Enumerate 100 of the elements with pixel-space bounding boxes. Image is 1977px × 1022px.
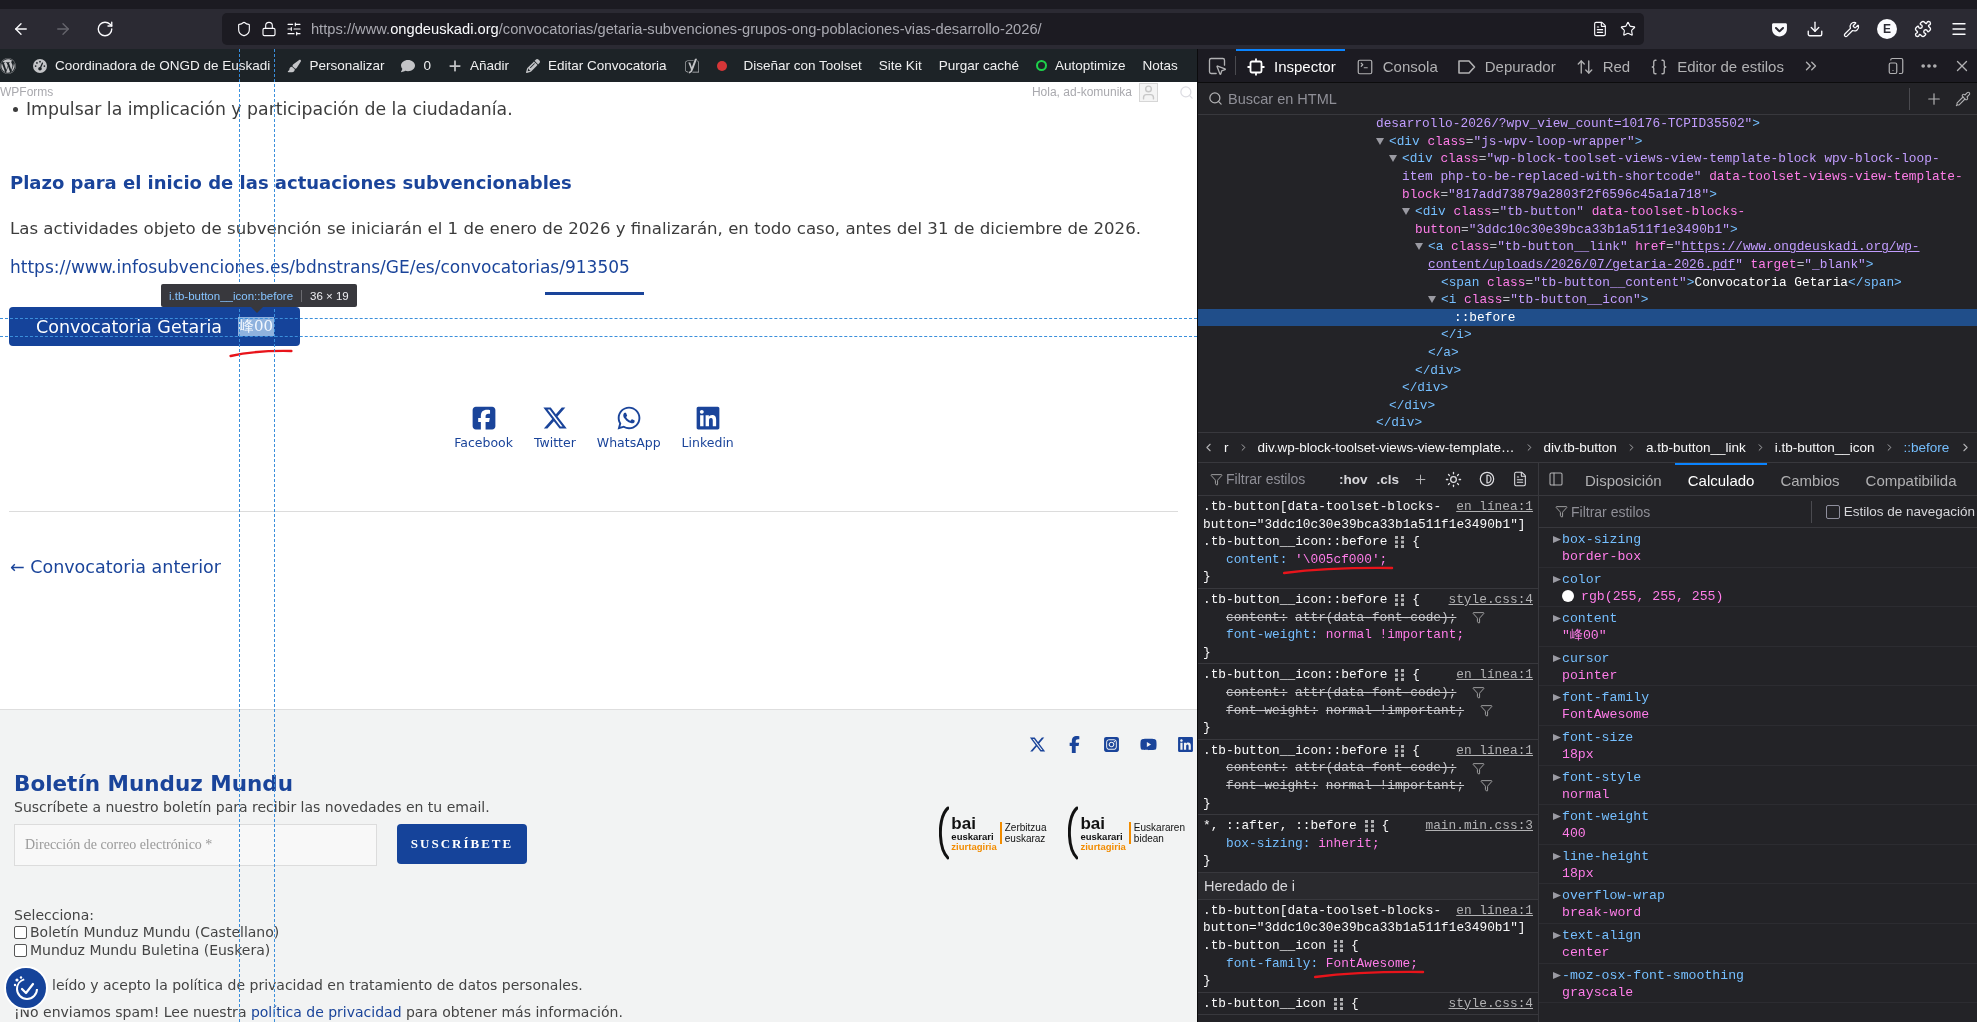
grid-icon[interactable] (1395, 744, 1406, 757)
pointer-square-icon[interactable] (1207, 55, 1227, 76)
expand-triangle-icon[interactable] (1402, 208, 1410, 216)
rule-source-link[interactable]: en línea:1 (1456, 901, 1533, 920)
css-declaration[interactable]: font-weight: normal !important; (1226, 776, 1465, 795)
puzzle-piece-icon[interactable] (1914, 20, 1932, 38)
expand-triangle-icon[interactable] (1553, 852, 1561, 860)
sidebar-tab[interactable]: Compatibilida (1852, 463, 1970, 495)
markup-line[interactable]: <span class="tb-button__content">Convocatoria Getaria</span> (1198, 273, 1977, 291)
expand-triangle-icon[interactable] (1376, 137, 1384, 145)
subscribe-button[interactable]: SUSCRÍBETE (397, 824, 527, 864)
markup-line[interactable]: <div class="tb-button" data-toolset-blocks- (1198, 202, 1977, 221)
devtools-tab[interactable]: Consola (1344, 49, 1447, 82)
expand-triangle-icon[interactable] (1553, 615, 1561, 623)
admin-bar-link[interactable]: Personalizar (287, 58, 385, 73)
sidebar-tab[interactable]: Calculado (1674, 463, 1768, 495)
bookmark-star-icon[interactable] (1620, 21, 1636, 37)
expand-triangle-icon[interactable] (1553, 931, 1561, 939)
markup-line[interactable]: content/uploads/2026/07/getaria-2026.pdf" target="_blank"> (1198, 255, 1977, 274)
share-link[interactable]: WhatsApp (596, 405, 661, 451)
sliders-icon[interactable] (285, 21, 302, 37)
markup-line[interactable]: <div class="wp-block-toolset-views-view-template-block wpv-block-loop- (1198, 150, 1977, 168)
expand-triangle-icon[interactable] (1553, 654, 1561, 662)
expand-triangle-icon[interactable] (1553, 694, 1561, 702)
download-icon[interactable] (1806, 20, 1824, 38)
y-logo-icon[interactable] (683, 57, 700, 74)
grid-icon[interactable] (1364, 819, 1375, 832)
expand-triangle-icon[interactable] (1553, 813, 1561, 821)
document-icon[interactable] (1512, 471, 1529, 487)
html-search-field[interactable]: Buscar en HTML (1228, 86, 1904, 111)
markup-line[interactable]: <div class="js-wpv-loop-wrapper"> (1198, 132, 1977, 151)
expand-triangle-icon[interactable] (1553, 971, 1561, 979)
markup-line[interactable]: block="817add73879a2803f2f6596c45a1a718"> (1198, 185, 1977, 203)
grid-icon[interactable] (1395, 669, 1406, 682)
url-field[interactable]: https://www.ongdeuskadi.org/convocatorias/getaria-subvenciones-grupos-ong-poblaciones-vias-desarrollo-2026/ (221, 13, 1644, 45)
markup-line[interactable]: </a> (1198, 343, 1977, 362)
checkbox[interactable] (14, 943, 27, 957)
previous-link[interactable]: ← Convocatoria anterior (10, 555, 221, 579)
reload-icon[interactable] (95, 20, 114, 38)
breadcrumb[interactable]: r (1224, 440, 1229, 455)
css-declaration[interactable]: font-family: FontAwesome; (1226, 954, 1418, 973)
rule-source-link[interactable]: style.css:4 (1448, 590, 1533, 609)
styles-filter-field[interactable]: Filtrar estilos (1226, 471, 1331, 487)
css-declaration[interactable]: font-weight: normal !important; (1226, 626, 1465, 644)
grid-icon[interactable] (1333, 997, 1344, 1010)
rule-source-link[interactable]: en línea:1 (1456, 741, 1533, 760)
menu-icon[interactable] (1950, 20, 1968, 38)
filter-icon[interactable] (1472, 686, 1486, 700)
expand-triangle-icon[interactable] (1553, 536, 1561, 543)
devtools-tab[interactable]: Editor de estilos (1639, 49, 1793, 82)
admin-bar-link[interactable]: 0 (401, 58, 431, 73)
expand-triangle-icon[interactable] (1553, 575, 1561, 583)
devtools-tab[interactable]: Inspector (1236, 49, 1345, 82)
subvention-link[interactable]: https://www.infosubvenciones.es/bdnstrans/GE/es/convocatorias/913505 (10, 255, 630, 279)
expand-triangle-icon[interactable] (1553, 892, 1561, 900)
grid-icon[interactable] (1333, 939, 1344, 952)
lock-icon[interactable] (260, 21, 277, 37)
css-declaration[interactable]: content: '\005cf000'; (1226, 550, 1388, 569)
css-declaration[interactable]: content: attr(data-font-code); (1226, 759, 1457, 777)
eyedropper-icon[interactable] (1955, 90, 1971, 107)
filter-icon[interactable] (1480, 703, 1494, 717)
email-field[interactable]: Dirección de correo electrónico * (14, 824, 377, 866)
markup-line[interactable]: <i class="tb-button__icon"> (1198, 290, 1977, 309)
admin-bar-link[interactable]: Purgar caché (938, 58, 1019, 73)
expand-triangle-icon[interactable] (1389, 155, 1397, 163)
admin-bar-link[interactable]: Coordinadora de ONGD de Euskadi (33, 58, 271, 73)
rule-source-link[interactable]: style.css:4 (1448, 994, 1533, 1013)
breadcrumb[interactable]: div.wp-block-toolset-views-view-template… (1257, 440, 1515, 455)
filter-icon[interactable] (1472, 761, 1486, 775)
expand-triangle-icon[interactable] (1415, 243, 1423, 251)
markup-line[interactable]: <a class="tb-button__link" href="https://www.ongdeuskadi.org/wp- (1198, 238, 1977, 256)
markup-line[interactable]: </div> (1198, 361, 1977, 379)
devtools-tab[interactable]: Red (1564, 49, 1640, 82)
breadcrumb[interactable]: i.tb-button__icon (1774, 440, 1875, 455)
breadcrumb[interactable]: div.tb-button (1543, 440, 1617, 455)
shield-icon[interactable] (235, 21, 252, 37)
markup-line[interactable]: </div> (1198, 414, 1977, 432)
markup-line[interactable]: button="3ddc10c30e39bca33b1a511f1e3490b1"> (1198, 220, 1977, 239)
checkbox[interactable] (14, 925, 27, 939)
css-declaration[interactable]: content: attr(data-font-code); (1226, 683, 1457, 702)
document-icon[interactable] (1592, 21, 1608, 37)
checkbox[interactable] (1825, 504, 1840, 519)
linkedin-icon[interactable] (1177, 735, 1194, 753)
status-dot-icon[interactable] (716, 60, 727, 71)
side-panel-icon[interactable] (1548, 471, 1564, 487)
markup-line[interactable]: desarrollo-2026/?wpv_view_count=10176-TCPID35502"> (1198, 115, 1977, 133)
breadcrumb[interactable]: ::before (1903, 440, 1950, 455)
admin-bar-link[interactable]: Autoptimize (1035, 58, 1126, 73)
expand-triangle-icon[interactable] (1553, 733, 1561, 741)
rule-source-link[interactable]: main.min.css:3 (1425, 817, 1533, 835)
x-logo-icon[interactable] (1029, 735, 1046, 753)
chevron-shield-icon[interactable] (1770, 20, 1788, 38)
privacy-link[interactable]: política de privacidad (250, 1004, 402, 1020)
admin-bar-link[interactable]: Diseñar con Toolset (743, 58, 862, 73)
sidebar-tab[interactable]: Disposición (1572, 463, 1675, 495)
breadcrumb[interactable]: a.tb-button__link (1645, 440, 1746, 455)
computed-filter-field[interactable]: Filtrar estilos (1571, 503, 1771, 520)
markup-line[interactable]: item php-to-be-replaced-with-shortcode" data-toolset-views-view-template- (1198, 167, 1977, 186)
expand-triangle-icon[interactable] (1553, 773, 1561, 781)
admin-bar-link[interactable]: Editar Convocatoria (525, 58, 667, 73)
